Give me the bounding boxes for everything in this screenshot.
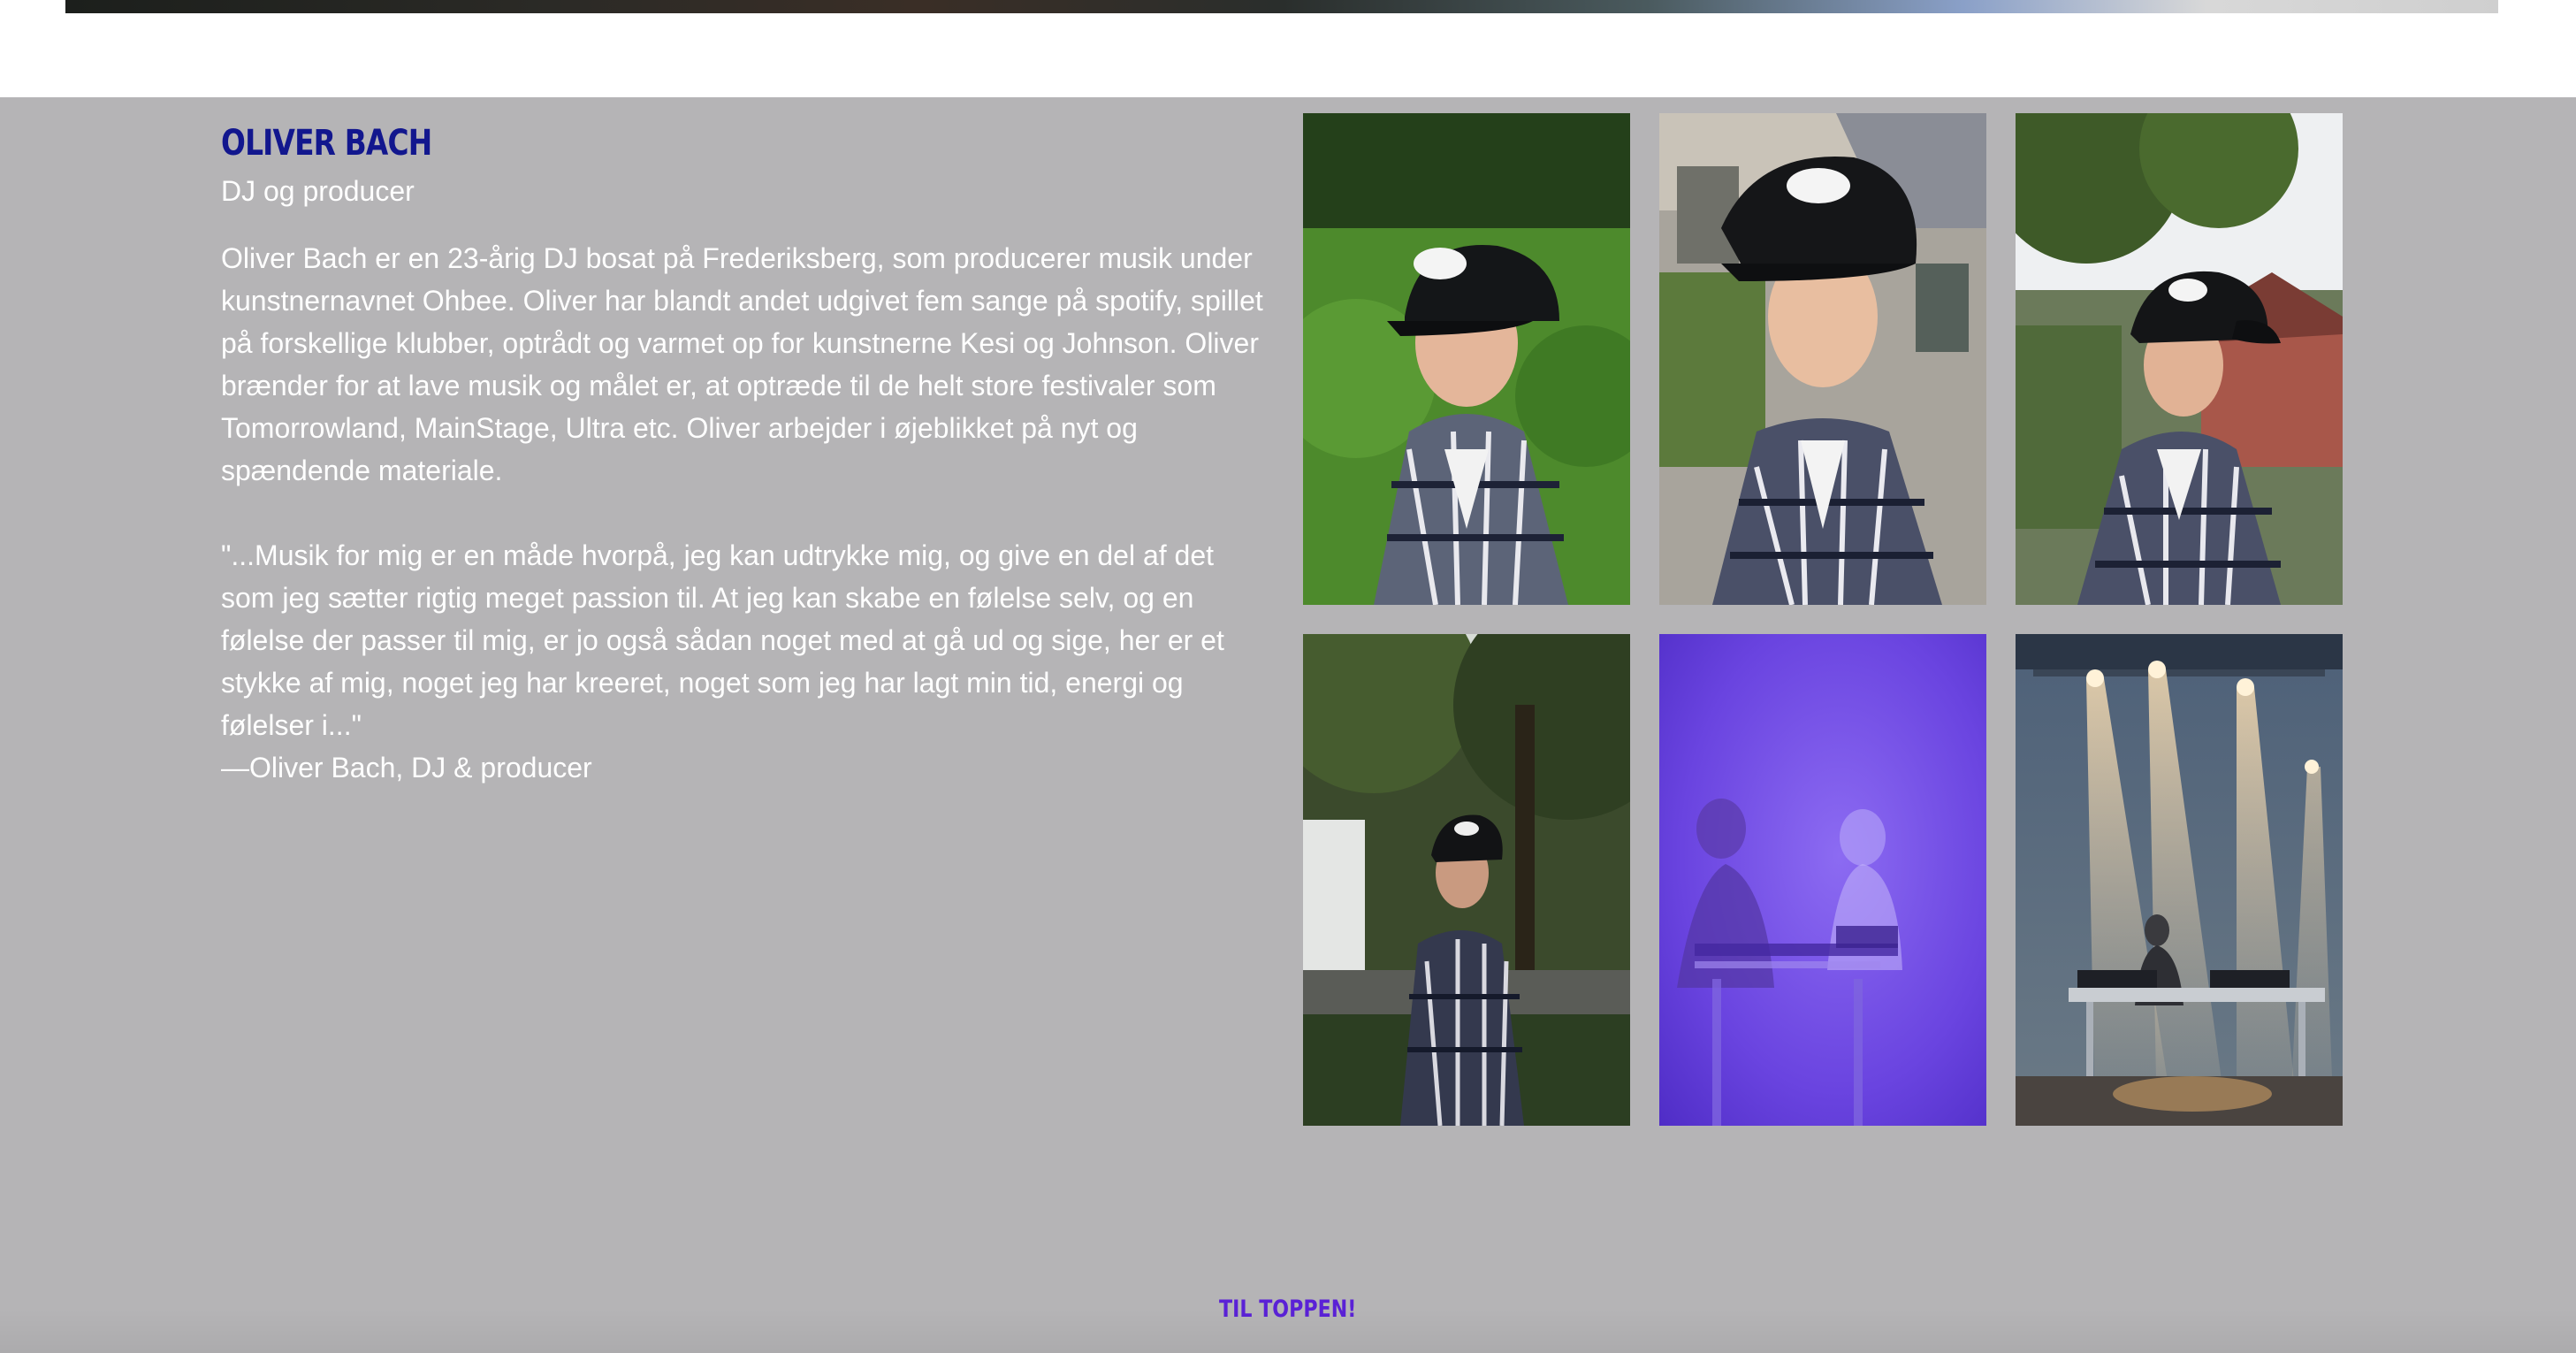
artist-name: OLIVER BACH bbox=[221, 123, 432, 164]
back-to-top-label[interactable]: TIL TOPPEN! bbox=[1219, 1296, 1356, 1323]
photo-dj-stage-lights[interactable] bbox=[2016, 634, 2343, 1126]
previous-section-image bbox=[65, 0, 2498, 13]
quote-attribution: —Oliver Bach, DJ & producer bbox=[221, 751, 592, 784]
photo-portrait-park[interactable] bbox=[1303, 634, 1630, 1126]
photo-portrait-hedge[interactable] bbox=[1303, 113, 1630, 605]
artist-quote: "...Musik for mig er en måde hvorpå, jeg… bbox=[221, 539, 1224, 741]
photo-dj-purple-light[interactable] bbox=[1659, 634, 1986, 1126]
photo-portrait-tree[interactable] bbox=[2016, 113, 2343, 605]
page: OLIVER BACH DJ og producer Oliver Bach e… bbox=[0, 0, 2576, 1353]
about-text: OLIVER BACH DJ og producer Oliver Bach e… bbox=[221, 122, 1264, 789]
artist-bio: Oliver Bach er en 23-årig DJ bosat på Fr… bbox=[221, 241, 1263, 486]
back-to-top-link[interactable]: TIL TOPPEN! bbox=[0, 1296, 2576, 1323]
photo-portrait-house[interactable] bbox=[1659, 113, 1986, 605]
photo-gallery bbox=[1303, 113, 2343, 1126]
artist-role: DJ og producer bbox=[221, 175, 415, 207]
